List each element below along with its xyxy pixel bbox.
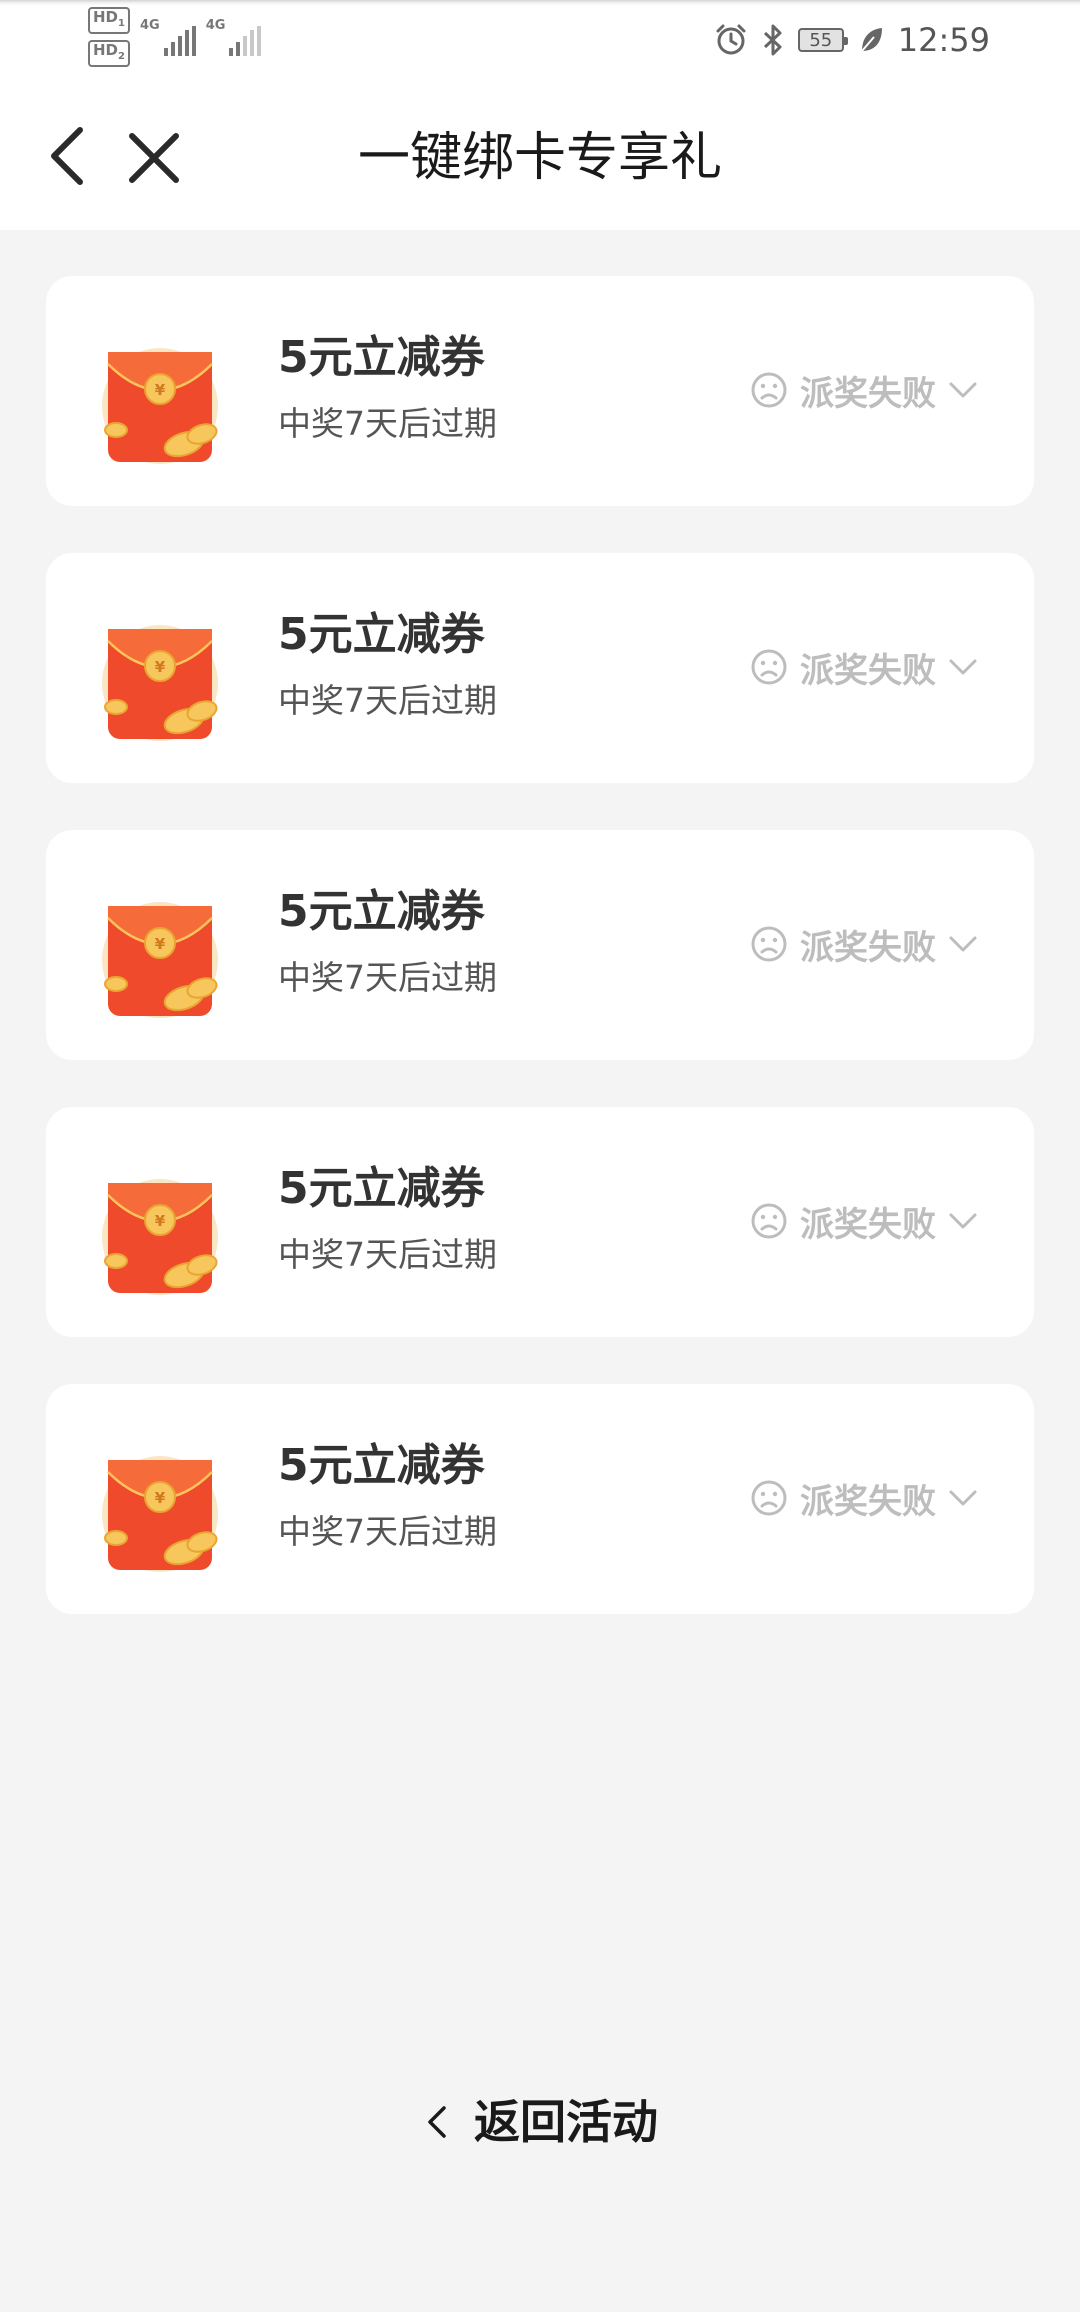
svg-text:¥: ¥ — [155, 1489, 166, 1507]
leaf-icon — [861, 28, 882, 52]
chevron-down-icon — [949, 659, 977, 675]
svg-text:¥: ¥ — [155, 381, 166, 399]
sad-face-icon — [751, 649, 787, 685]
red-envelope-icon: ¥ — [102, 348, 218, 464]
red-envelope-icon: ¥ — [102, 1179, 218, 1295]
status-label: 派奖失败 — [800, 927, 936, 968]
reward-title: 5元立减券 — [278, 1440, 485, 1491]
sad-face-icon — [751, 1480, 787, 1516]
return-to-activity-button[interactable]: 返回活动 — [0, 2090, 1080, 2154]
signal-group: HD1 HD2 4G 4G — [88, 7, 262, 67]
svg-text:¥: ¥ — [155, 935, 166, 953]
reward-expiry: 中奖7天后过期 — [278, 1235, 497, 1274]
reward-expiry: 中奖7天后过期 — [278, 958, 497, 997]
sim-index-2: 2 — [118, 51, 125, 62]
system-icons: 55 12:59 — [714, 18, 990, 62]
chevron-down-icon — [949, 382, 977, 398]
reward-status[interactable]: 派奖失败 — [750, 639, 978, 695]
red-envelope-icon: ¥ — [102, 902, 218, 1018]
reward-list: ¥ 5元立减券 中奖7天后过期 派奖失败 ¥ 5元立减券 中奖7天后过期 派奖失… — [46, 276, 1034, 1661]
status-label: 派奖失败 — [800, 373, 936, 414]
reward-expiry: 中奖7天后过期 — [278, 1512, 497, 1551]
page-title: 一键绑卡专享礼 — [357, 128, 722, 188]
status-time: 12:59 — [897, 21, 990, 59]
reward-card[interactable]: ¥ 5元立减券 中奖7天后过期 派奖失败 — [46, 276, 1034, 506]
battery-level: 55 — [809, 29, 833, 51]
hd-label-2: HD — [93, 41, 119, 59]
reward-card[interactable]: ¥ 5元立减券 中奖7天后过期 派奖失败 — [46, 1384, 1034, 1614]
reward-status[interactable]: 派奖失败 — [750, 1470, 978, 1526]
reward-card[interactable]: ¥ 5元立减券 中奖7天后过期 派奖失败 — [46, 553, 1034, 783]
red-envelope-icon: ¥ — [102, 1456, 218, 1572]
svg-text:¥: ¥ — [155, 658, 166, 676]
signal-sim2: 4G — [206, 18, 262, 56]
bluetooth-icon — [763, 24, 782, 56]
reward-title: 5元立减券 — [278, 886, 485, 937]
status-label: 派奖失败 — [800, 1204, 936, 1245]
sad-face-icon — [751, 372, 787, 408]
reward-title: 5元立减券 — [278, 332, 485, 383]
sad-face-icon — [751, 1203, 787, 1239]
reward-expiry: 中奖7天后过期 — [278, 681, 497, 720]
navigation-bar: 一键绑卡专享礼 — [0, 80, 1080, 230]
network-type-2: 4G — [205, 18, 226, 33]
alarm-icon — [716, 24, 746, 55]
hd-badge-2: HD2 — [88, 40, 130, 67]
reward-card[interactable]: ¥ 5元立减券 中奖7天后过期 派奖失败 — [46, 830, 1034, 1060]
signal-bars-2-icon — [229, 26, 262, 56]
chevron-left-icon — [428, 2106, 446, 2138]
reward-status[interactable]: 派奖失败 — [750, 1193, 978, 1249]
signal-bars-1-icon — [163, 26, 196, 56]
chevron-down-icon — [949, 1213, 977, 1229]
return-label: 返回活动 — [474, 2095, 658, 2149]
reward-title: 5元立减券 — [278, 1163, 485, 1214]
reward-card[interactable]: ¥ 5元立减券 中奖7天后过期 派奖失败 — [46, 1107, 1034, 1337]
sad-face-icon — [751, 926, 787, 962]
chevron-down-icon — [949, 1490, 977, 1506]
reward-expiry: 中奖7天后过期 — [278, 404, 497, 443]
status-label: 派奖失败 — [800, 650, 936, 691]
svg-text:¥: ¥ — [155, 1212, 166, 1230]
status-label: 派奖失败 — [800, 1481, 936, 1522]
sim-index-1: 1 — [118, 18, 125, 29]
red-envelope-icon: ¥ — [102, 625, 218, 741]
hd-badge-1: HD1 — [88, 7, 130, 34]
reward-status[interactable]: 派奖失败 — [750, 916, 978, 972]
status-bar: HD1 HD2 4G 4G 55 12:59 — [0, 0, 1080, 80]
network-type-1: 4G — [139, 18, 160, 33]
reward-status[interactable]: 派奖失败 — [750, 362, 978, 418]
reward-title: 5元立减券 — [278, 609, 485, 660]
hd-stack: HD1 HD2 — [88, 7, 130, 67]
chevron-down-icon — [949, 936, 977, 952]
signal-sim1: 4G — [140, 18, 196, 56]
battery-indicator: 55 — [797, 28, 848, 52]
hd-label-1: HD — [93, 8, 119, 26]
